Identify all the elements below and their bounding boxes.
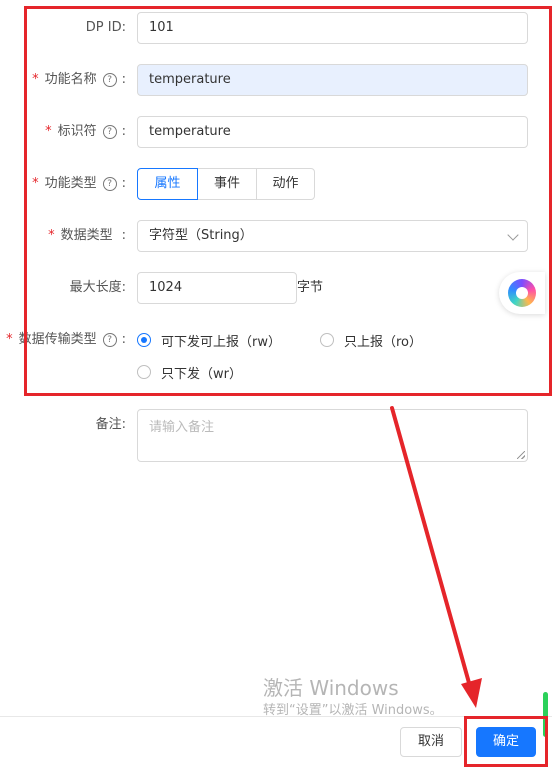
remark-label: 备注:	[96, 409, 126, 441]
remark-textarea[interactable]: 请输入备注	[137, 409, 528, 462]
remark-row: 备注: 请输入备注	[0, 409, 552, 462]
resize-handle-icon[interactable]	[517, 451, 525, 459]
windows-activation-watermark-title: 激活 Windows	[263, 676, 399, 700]
function-type-property-button[interactable]: 属性	[137, 168, 198, 200]
annotation-highlight-confirm	[464, 716, 548, 767]
remark-placeholder: 请输入备注	[149, 420, 215, 435]
dp-edit-dialog: DP ID: 101 * 功能名称 ? : temperature * 标识符 …	[0, 0, 552, 767]
remark-label-text: 备注:	[95, 417, 126, 432]
annotation-highlight-form	[24, 6, 552, 396]
cancel-button[interactable]: 取消	[400, 727, 462, 757]
required-mark: *	[6, 332, 13, 347]
